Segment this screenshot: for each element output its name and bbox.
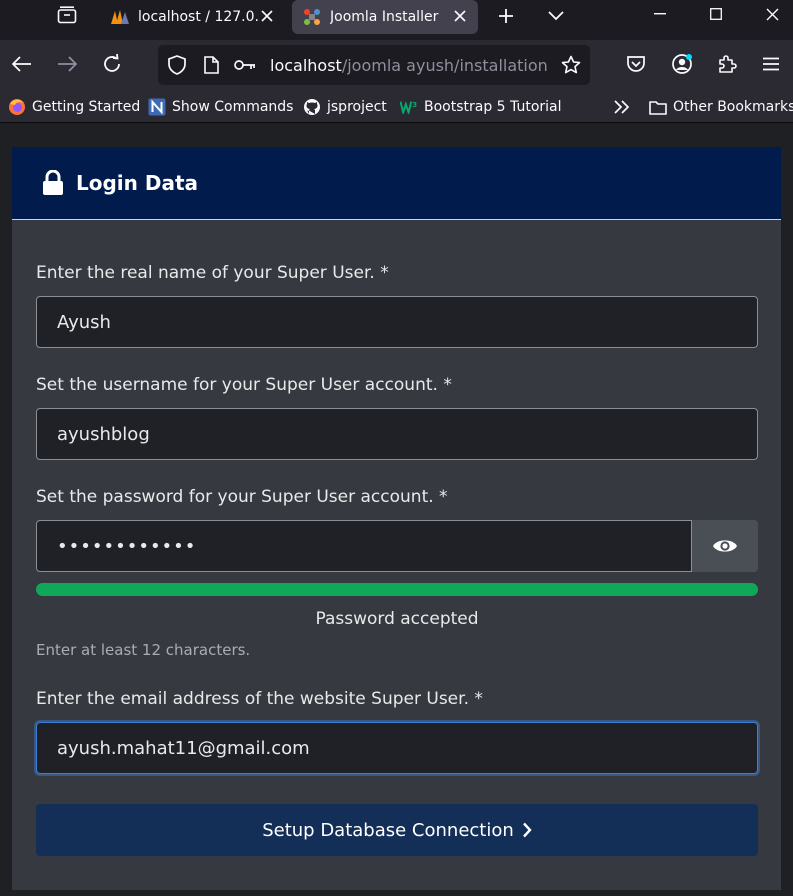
username-label: Set the username for your Super User acc… [36,375,452,395]
firefox-view-button[interactable] [44,0,90,30]
bookmark-getting-started[interactable]: Getting Started [8,97,140,117]
lock-icon [42,170,64,196]
bookmark-other-bookmarks[interactable]: Other Bookmarks [649,97,793,117]
bookmark-label: Getting Started [32,99,141,115]
setup-database-connection-button[interactable]: Setup Database Connection [36,804,758,856]
tab-joomla-installer[interactable]: Joomla Installer [292,0,478,34]
url-host: localhost [270,56,342,75]
joomla-icon [302,7,322,27]
puzzle-icon [719,55,737,73]
close-icon[interactable] [452,8,468,24]
folder-icon [649,98,667,116]
menu-button[interactable] [756,49,786,79]
extensions-button[interactable] [712,49,742,79]
page-title: Login Data [76,171,199,195]
password-status: Password accepted [315,609,479,629]
key-icon[interactable] [234,55,256,75]
navigation-toolbar: localhost/joomla ayush/installation/in [0,40,793,90]
minimize-button[interactable] [637,0,683,28]
hamburger-icon [763,57,779,71]
chevron-right-icon [522,822,532,838]
email-label: Enter the email address of the website S… [36,689,483,709]
back-button[interactable] [7,49,37,79]
svg-text:3: 3 [412,100,417,109]
pocket-button[interactable] [621,49,651,79]
bookmark-bootstrap-tutorial[interactable]: 3 Bootstrap 5 Tutorial [400,97,562,117]
eye-icon [713,540,737,552]
submit-label: Setup Database Connection [262,819,514,841]
login-data-card: Login Data Enter the real name of your S… [12,147,781,890]
page-icon[interactable] [200,55,222,75]
bookmarks-toolbar: Getting Started Show Commands jsproject … [0,90,793,123]
phpmyadmin-icon [110,7,130,27]
firefox-view-icon [57,6,77,24]
bookmark-label: Bootstrap 5 Tutorial [424,99,562,115]
name-label: Enter the real name of your Super User. … [36,263,389,283]
password-hint: Enter at least 12 characters. [36,641,251,659]
tab-label: Joomla Installer [330,9,439,25]
tab-label: localhost / 127.0.0 [138,9,258,25]
minimize-icon [654,13,666,15]
chevron-down-icon [548,11,564,21]
new-tab-button[interactable] [492,2,520,30]
arrow-left-icon [12,56,31,72]
shield-icon[interactable] [166,55,188,75]
chevron-double-right-icon [614,100,630,114]
star-icon[interactable] [560,55,582,75]
window-close-button[interactable] [749,0,793,28]
username-input[interactable]: ayushblog [36,408,758,460]
tab-localhost[interactable]: localhost / 127.0.0 [100,0,285,34]
reload-button[interactable] [97,49,127,79]
bookmark-label: Show Commands [172,99,294,115]
password-label: Set the password for your Super User acc… [36,487,448,507]
email-input[interactable]: ayush.mahat11@gmail.com [36,722,758,774]
w3-icon: 3 [400,98,418,116]
maximize-icon [710,8,722,20]
arrow-right-icon [58,56,77,72]
maximize-button[interactable] [693,0,739,28]
bookmark-show-commands[interactable]: Show Commands [148,97,293,117]
github-icon [303,98,321,116]
close-icon[interactable] [259,8,275,24]
close-icon [766,8,778,20]
password-input[interactable]: •••••••••••• [36,520,692,572]
url-text: localhost/joomla ayush/installation/in [270,56,548,75]
firefox-icon [8,98,26,116]
pocket-icon [627,56,645,72]
toggle-password-button[interactable] [692,520,758,572]
tab-strip: localhost / 127.0.0 Joomla Installer [0,0,793,40]
card-header: Login Data [12,147,781,220]
n-logo-icon [148,98,166,116]
more-bookmarks-button[interactable] [613,97,631,117]
account-button[interactable] [667,49,697,79]
plus-icon [499,9,513,23]
url-bar[interactable]: localhost/joomla ayush/installation/in [158,45,590,85]
account-icon [672,54,692,74]
bookmark-label: Other Bookmarks [673,99,793,115]
reload-icon [104,54,120,72]
bookmark-jsproject[interactable]: jsproject [303,97,387,117]
forward-button[interactable] [52,49,82,79]
list-tabs-button[interactable] [544,2,568,30]
page-content: Login Data Enter the real name of your S… [0,124,793,896]
password-strength-meter [36,583,758,596]
name-input[interactable]: Ayush [36,296,758,348]
url-path: /joomla ayush/installation/in [341,56,548,75]
bookmark-label: jsproject [327,99,387,115]
